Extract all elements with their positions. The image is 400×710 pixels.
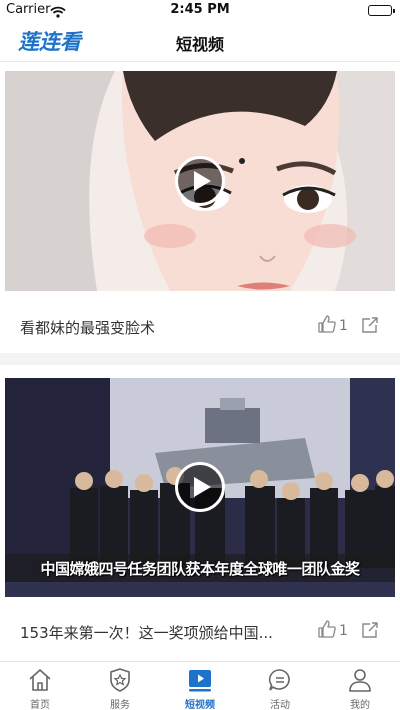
- tab-bar: 首页 服务 短视频 活动 我的: [0, 661, 400, 710]
- video-title[interactable]: 153年来第一次！这一奖项颁给中国...: [20, 622, 273, 643]
- play-button[interactable]: [175, 462, 225, 512]
- tab-mine[interactable]: 我的: [320, 662, 400, 710]
- person-icon: [349, 669, 371, 692]
- tab-activity[interactable]: 活动: [240, 662, 320, 710]
- tab-label: 首页: [30, 700, 50, 710]
- video-thumbnail[interactable]: [5, 71, 395, 291]
- chat-icon: [268, 669, 290, 691]
- share-icon[interactable]: [361, 316, 379, 338]
- like-count: 1: [339, 623, 348, 639]
- video-thumbnail[interactable]: 中国嫦娥四号任务团队获本年度全球唯一团队金奖: [5, 378, 395, 597]
- tab-home[interactable]: 首页: [0, 662, 80, 710]
- status-time: 2:45 PM: [170, 2, 230, 17]
- app-header: 莲连看 短视频: [0, 22, 400, 62]
- like-button[interactable]: 1: [318, 620, 348, 642]
- video-icon: [189, 670, 211, 692]
- video-caption: 中国嫦娥四号任务团队获本年度全球唯一团队金奖: [40, 560, 360, 578]
- tab-label: 服务: [110, 700, 130, 710]
- tab-label: 短视频: [185, 700, 215, 710]
- video-title[interactable]: 看都妹的最强变脸术: [20, 317, 155, 338]
- home-icon: [29, 669, 51, 691]
- page-title: 短视频: [175, 35, 224, 54]
- battery-icon: [368, 5, 395, 16]
- shield-star-icon: [110, 668, 130, 692]
- tab-label: 我的: [350, 700, 370, 710]
- video-feed[interactable]: 看都妹的最强变脸术 1 中国嫦娥四号任务团队获本年度全球唯一团队金奖 153年来…: [0, 63, 400, 661]
- status-bar: Carrier 2:45 PM: [0, 0, 400, 22]
- tab-short-video[interactable]: 短视频: [160, 662, 240, 710]
- like-button[interactable]: 1: [318, 315, 348, 337]
- thumbs-up-icon: [318, 315, 336, 337]
- thumbs-up-icon: [318, 620, 336, 642]
- share-icon[interactable]: [361, 621, 379, 643]
- play-button[interactable]: [175, 156, 225, 206]
- tab-label: 活动: [270, 700, 290, 710]
- card-divider: [0, 353, 400, 365]
- tab-service[interactable]: 服务: [80, 662, 160, 710]
- like-count: 1: [339, 318, 348, 334]
